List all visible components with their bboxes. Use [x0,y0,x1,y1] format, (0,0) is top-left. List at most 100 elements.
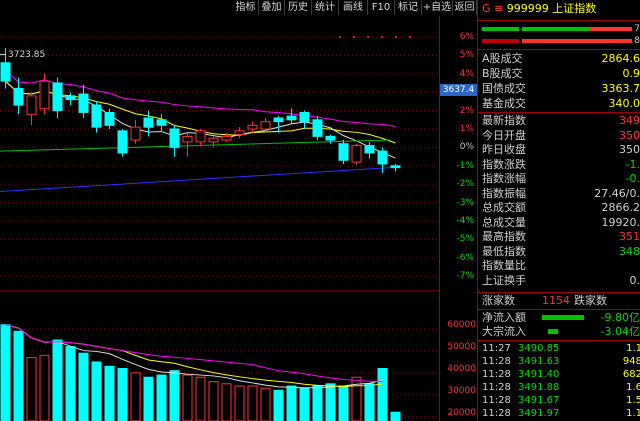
volume-bar [221,383,232,421]
candle-body [78,93,89,113]
tick-time: 11:28 [482,408,511,419]
quote-row-value: -1. [625,157,640,171]
pct-axis-label: 2% [459,105,474,116]
toolbar-stats-button[interactable]: 统计 [312,0,339,15]
quote-row: 基金成交 340.0 [482,97,640,110]
quote-panel: G ≡ 999999 上证指数 7 8 A股成交 2864.6 B股成交 0.9 国债成… [477,0,640,421]
volume-bar [312,385,323,421]
volume-bar [143,376,154,421]
kline-chart[interactable] [0,16,440,421]
block-inflow-row: 大宗流入 -3.04亿 [482,325,640,338]
volume-bar [247,385,258,421]
quote-row: 国债成交 3363.7 [482,82,640,95]
breadth-bar-green [482,27,519,31]
quote-row-label: A股成交 [482,52,523,65]
toolbar-add-watchlist-button[interactable]: +自选 [422,0,453,15]
pct-axis-label: -1% [456,160,474,171]
quote-row: B股成交 0.9 [482,67,640,80]
toolbar-back-button[interactable]: 返回 [453,0,477,15]
volume-axis-label: 40000 [447,364,476,374]
tick-volume: 1.1 [626,408,640,419]
candle-body [13,88,24,106]
candle-body [377,150,388,165]
volume-bar [377,368,388,421]
quote-row-label: 指数涨跌 [482,157,526,171]
quote-row: 指数振幅 27.46/0. [482,187,640,200]
candle-body [260,121,271,130]
toolbar-draw-button[interactable]: 画线 [339,0,368,15]
ma-long-green [0,139,391,152]
candle-body [299,111,310,123]
quote-row-label: 指数涨幅 [482,172,526,185]
quote-row: 指数涨幅 -0. [482,172,640,185]
volume-bar [78,352,89,421]
quote-row-value: 19920. [601,215,640,229]
net-inflow-row: 净流入额 -9.80亿 [482,311,640,324]
tick-row: 11:28 3491.63 948 [482,356,640,368]
toolbar-indicator-button[interactable]: 指标 [233,0,259,15]
candle-body [221,135,232,141]
pct-axis-label: 0% [459,142,474,153]
volume-bar [325,383,336,421]
quote-row-label: 最新指数 [482,114,526,127]
tick-row: 11:28 3491.40 682 [482,369,640,381]
quote-row: 指数量比 [482,259,640,272]
quote-row-label: 指数量比 [482,259,526,272]
quote-row-value: 2864.6 [601,52,640,65]
volume-axis-label: 30000 [447,386,476,396]
price-badge: 3637.4 [440,84,477,96]
quote-row: 最高指数 351 [482,230,640,243]
tick-volume: 948 [622,356,640,367]
marker-dot [367,36,369,38]
quote-row-value: 350 [619,128,640,142]
quote-row-value: 351 [619,230,640,243]
volume-bar [0,324,11,421]
toolbar-history-button[interactable]: 历史 [285,0,312,15]
marker-dot [409,36,411,38]
volume-bar [130,372,141,421]
tick-time: 11:28 [482,395,511,406]
pct-axis-label: -6% [456,252,474,263]
quote-row-label: B股成交 [482,67,523,80]
tick-row: 11:28 3491.67 1.5 [482,395,640,407]
tick-time: 11:28 [482,356,511,367]
volume-bar [338,385,349,421]
toolbar-overlay-button[interactable]: 叠加 [259,0,285,15]
marker-dot [395,36,397,38]
quote-row: 最新指数 349 [482,114,640,127]
quote-row: 指数涨跌 -1. [482,158,640,171]
candle-body [247,124,258,130]
pct-axis-label: 1% [459,124,474,134]
volume-bar [156,374,167,421]
toolbar-f10-button[interactable]: F10 [368,0,395,15]
tick-row: 11:27 3490.85 1.1 [482,343,640,355]
pct-axis-label: -4% [456,216,474,226]
tick-price: 3491.67 [518,395,560,406]
pct-axis-label: -5% [456,234,474,245]
quote-row-value: 0.9 [622,67,640,80]
candle-body [117,130,128,154]
volume-bar [299,387,310,421]
chart-price-label: 3723.85 [0,50,45,60]
candle-body [286,115,297,121]
volume-bar [169,370,180,421]
pct-axis-label: -3% [456,197,474,208]
menu-icon[interactable]: ≡ [494,2,503,15]
breadth-count-bottom: 8 [634,36,640,46]
toolbar-mark-button[interactable]: 标记 [395,0,422,15]
tick-volume: 1.5 [626,395,640,406]
volume-bar [13,330,24,421]
quote-row-value: 349 [619,114,640,127]
volume-bar [195,376,206,421]
volume-bar [390,411,401,421]
marker-dot [353,36,355,38]
volume-bar [26,357,37,421]
marker-dot [339,36,341,38]
candle-body [91,104,102,128]
volume-axis-label: 60000 [447,320,476,330]
volume-axis-label: 20000 [447,408,476,418]
candle-body [234,130,245,136]
quote-row-value: 0. [629,273,640,287]
tick-time: 11:27 [482,343,511,354]
candle-body [52,82,63,112]
